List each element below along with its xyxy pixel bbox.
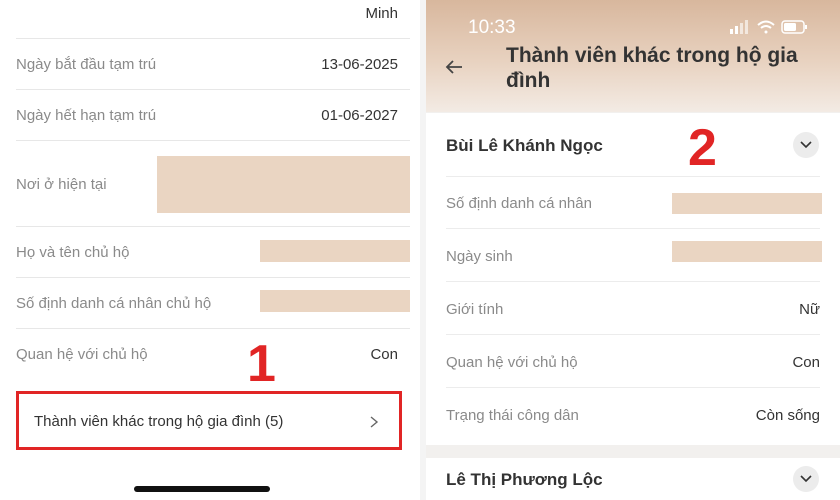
status-time: 10:33 xyxy=(468,17,516,38)
member-row-status: Trạng thái công dân Còn sống xyxy=(446,388,820,441)
household-members-label: Thành viên khác trong hộ gia đình (5) xyxy=(34,413,284,430)
left-screen: Minh Ngày bắt đầu tạm trú 13-06-2025 Ngà… xyxy=(0,0,420,500)
wifi-icon xyxy=(757,20,775,34)
signal-icon xyxy=(730,20,748,34)
info-value: 13-06-2025 xyxy=(321,56,398,73)
member-field-label: Giới tính xyxy=(446,301,504,318)
info-row-relation: Quan hệ với chủ hộ Con xyxy=(16,329,410,380)
step-number-2: 2 xyxy=(688,119,717,177)
info-row-household-head-name: Họ và tên chủ hộ xyxy=(16,227,410,278)
redacted-block xyxy=(157,156,410,213)
back-arrow-icon[interactable] xyxy=(444,58,464,76)
info-label: Họ và tên chủ hộ xyxy=(16,244,130,261)
member-field-label: Số định danh cá nhân xyxy=(446,195,592,212)
info-row-current-address: Nơi ở hiện tại xyxy=(16,141,410,227)
redacted-block xyxy=(260,240,410,262)
info-label: Ngày hết hạn tạm trú xyxy=(16,107,157,124)
household-members-button[interactable]: Thành viên khác trong hộ gia đình (5) xyxy=(16,391,402,450)
collapse-member-button[interactable] xyxy=(793,132,819,158)
member-row-id: Số định danh cá nhân xyxy=(446,176,822,229)
status-icons xyxy=(730,20,807,34)
chevron-down-icon xyxy=(800,141,812,149)
page-title: Thành viên khác trong hộ gia đình xyxy=(506,44,798,92)
redacted-block xyxy=(260,290,410,312)
info-value: Con xyxy=(370,346,398,363)
member-field-value: Nữ xyxy=(799,301,820,318)
home-indicator xyxy=(134,486,270,492)
expand-member-button[interactable] xyxy=(793,466,819,492)
info-label: Nơi ở hiện tại xyxy=(16,176,107,193)
top-row-divider xyxy=(16,0,410,39)
member-field-value: Con xyxy=(792,354,820,371)
info-row-household-head-id: Số định danh cá nhân chủ hộ xyxy=(16,278,410,329)
chevron-right-icon xyxy=(370,416,379,428)
step-number-1: 1 xyxy=(247,335,276,393)
info-label: Ngày bắt đầu tạm trú xyxy=(16,56,157,73)
redacted-block xyxy=(672,241,822,262)
info-row-start-date: Ngày bắt đầu tạm trú 13-06-2025 xyxy=(16,39,410,90)
redacted-block xyxy=(672,193,822,214)
member-card: Lê Thị Phương Lộc xyxy=(426,458,840,500)
info-row-end-date: Ngày hết hạn tạm trú 01-06-2027 xyxy=(16,90,410,141)
info-value: 01-06-2027 xyxy=(321,107,398,124)
member-field-label: Trạng thái công dân xyxy=(446,407,579,424)
member-name: Lê Thị Phương Lộc xyxy=(446,470,603,489)
info-label: Quan hệ với chủ hộ xyxy=(16,346,148,363)
member-row-gender: Giới tính Nữ xyxy=(446,282,820,335)
member-field-label: Quan hệ với chủ hộ xyxy=(446,354,578,371)
screen-header: 10:33 Thành viên khác trong hộ gia đình xyxy=(426,0,840,112)
member-field-label: Ngày sinh xyxy=(446,248,513,265)
battery-icon xyxy=(781,20,807,34)
member-card: Bùi Lê Khánh Ngọc 2 Số định danh cá nhân… xyxy=(426,113,840,445)
right-screen: 10:33 Thành viên khác trong hộ gia đình … xyxy=(426,0,840,500)
member-name: Bùi Lê Khánh Ngọc xyxy=(446,136,603,155)
member-row-birthdate: Ngày sinh xyxy=(446,229,822,282)
chevron-down-icon xyxy=(800,475,812,483)
member-field-value: Còn sống xyxy=(755,407,820,424)
info-label: Số định danh cá nhân chủ hộ xyxy=(16,295,212,312)
member-row-relation: Quan hệ với chủ hộ Con xyxy=(446,335,820,388)
